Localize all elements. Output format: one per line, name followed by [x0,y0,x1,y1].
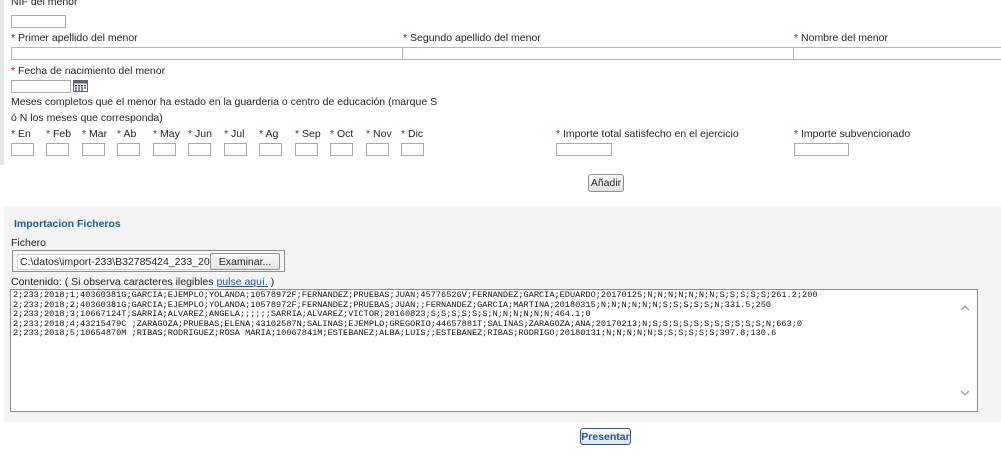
month-label-dic: * Dic [401,128,423,140]
required-mark: * [82,128,87,140]
segundo-apellido-text: Segundo apellido del menor [410,32,541,44]
month-input-may[interactable] [153,143,176,156]
month-label-ab: * Ab [117,128,136,140]
month-text: Sep [302,128,321,140]
month-input-oct[interactable] [330,143,353,156]
importe-total-text: Importe total satisfecho en el ejercicio [563,128,739,140]
month-input-jun[interactable] [188,143,211,156]
content-textarea[interactable]: 2;233;2018;1;40360381G;GARCIA;EJEMPLO;YO… [10,289,978,412]
content-line: 2;233;2018;1;40360381G;GARCIA;EJEMPLO;YO… [13,290,818,300]
content-lines: 2;233;2018;1;40360381G;GARCIA;EJEMPLO;YO… [11,290,977,339]
content-label-end: ) [267,276,275,288]
illegible-characters-link[interactable]: pulse aquí. [216,276,267,288]
content-line: 2;233;2018;3;10667124T;SARRIA;ALVAREZ;AN… [13,309,591,320]
primer-apellido-input[interactable] [11,47,403,60]
required-mark: * [401,128,406,140]
fecha-nacimiento-label: * Fecha de nacimiento del menor [11,65,165,77]
content-line: 2;233;2018;2;40360381G;GARCIA;EJEMPLO;YO… [13,299,772,310]
month-input-ab[interactable] [117,143,140,156]
importe-subvencionado-text: Importe subvencionado [801,128,911,140]
add-button[interactable]: Añadir [588,174,624,192]
primer-apellido-text: Primer apellido del menor [18,32,138,44]
month-input-jul[interactable] [224,143,247,156]
importe-subvencionado-label: * Importe subvencionado [794,128,910,140]
month-text: Feb [53,128,72,140]
nif-label: NIF del menor [11,0,78,8]
required-mark: * [259,128,264,140]
month-input-feb[interactable] [46,143,69,156]
meses-label-line2: ó N los meses que corresponda) [11,112,163,124]
month-label-oct: * Oct [330,128,353,140]
calendar-icon[interactable] [73,80,88,92]
required-mark: * [794,32,799,44]
month-label-en: * En [11,128,31,140]
month-input-en[interactable] [11,143,34,156]
month-text: Oct [337,128,354,140]
required-mark: * [330,128,335,140]
month-text: May [160,128,180,140]
required-mark: * [11,32,16,44]
month-input-dic[interactable] [401,143,424,156]
fecha-nacimiento-input[interactable] [11,80,71,93]
month-input-nov[interactable] [366,143,389,156]
browse-button[interactable]: Examinar... [210,253,280,270]
month-text: En [18,128,31,140]
month-text: Ag [265,128,279,140]
importe-subvencionado-input[interactable] [794,143,849,156]
nombre-input[interactable] [793,47,1001,60]
required-mark: * [153,128,158,140]
required-mark: * [11,65,16,77]
month-label-mar: * Mar [82,128,107,140]
chevron-down-icon[interactable] [960,388,970,396]
month-text: Mar [89,128,108,140]
meses-label-line1: Meses completos que el menor ha estado e… [11,96,438,108]
required-mark: * [366,128,371,140]
content-line: 2;233;2018;5;10654870M ;RIBAS;RODRIGUEZ;… [13,328,777,339]
file-label: Fichero [11,237,47,249]
month-text: Jun [195,128,212,140]
content-label: Contenido: ( Si observa caracteres ilegi… [11,276,274,288]
month-text: Ab [123,128,137,140]
segundo-apellido-label: * Segundo apellido del menor [403,32,541,44]
month-label-feb: * Feb [46,128,71,140]
content-label-text: Contenido: ( Si observa caracteres ilegi… [11,276,217,288]
month-input-ag[interactable] [259,143,282,156]
import-section-title: Importacion Ficheros [14,218,121,230]
required-mark: * [117,128,122,140]
required-mark: * [556,128,561,140]
fecha-nacimiento-text: Fecha de nacimiento del menor [18,65,166,77]
submit-button[interactable]: Presentar [580,428,631,445]
month-label-ag: * Ag [259,128,278,140]
month-label-may: * May [153,128,180,140]
month-input-sep[interactable] [295,143,318,156]
nif-input[interactable] [11,15,66,28]
month-label-sep: * Sep [295,128,321,140]
form-area [0,0,1001,165]
chevron-up-icon[interactable] [960,303,970,311]
importe-total-input[interactable] [556,143,612,156]
month-text: Jul [231,128,245,140]
month-label-nov: * Nov [366,128,392,140]
month-label-jun: * Jun [188,128,212,140]
required-mark: * [794,128,799,140]
file-path-input[interactable]: C:\datos\import-233\B32785424_233_2018 [17,254,212,270]
segundo-apellido-input[interactable] [402,47,794,60]
nombre-label: * Nombre del menor [794,32,888,44]
primer-apellido-label: * Primer apellido del menor [11,32,138,44]
month-input-mar[interactable] [82,143,105,156]
required-mark: * [188,128,193,140]
required-mark: * [295,128,300,140]
required-mark: * [46,128,51,140]
month-label-jul: * Jul [224,128,244,140]
month-text: Dic [408,128,424,140]
content-scrollbar[interactable] [956,291,974,408]
month-text: Nov [373,128,392,140]
nombre-text: Nombre del menor [801,32,888,44]
importe-total-label: * Importe total satisfecho en el ejercic… [556,128,739,140]
content-line: 2;233;2018;4;43215479C ;ZARAGOZA;PRUEBAS… [13,318,803,329]
required-mark: * [403,32,408,44]
required-mark: * [224,128,229,140]
required-mark: * [11,128,16,140]
